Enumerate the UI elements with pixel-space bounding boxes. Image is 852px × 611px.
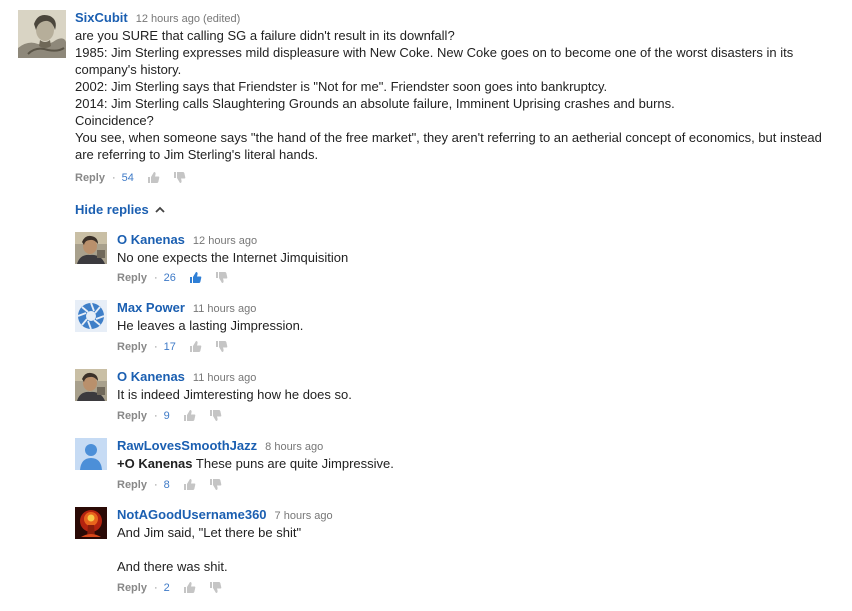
comment-actions: Reply · 26 bbox=[117, 271, 228, 285]
comment-author[interactable]: Max Power bbox=[117, 300, 185, 315]
avatar[interactable] bbox=[75, 507, 107, 539]
comment-actions: Reply · 8 bbox=[117, 478, 222, 492]
reply-comment: O Kanenas 11 hours ago It is indeed Jimte… bbox=[75, 369, 835, 429]
thumbs-up-icon[interactable] bbox=[183, 581, 196, 594]
default-user-avatar-image bbox=[75, 438, 107, 470]
comment-body: NotAGoodUsername360 7 hours ago And Jim s… bbox=[117, 507, 817, 575]
mention-link[interactable]: +O Kanenas bbox=[117, 456, 193, 471]
thumbs-down-icon[interactable] bbox=[209, 409, 222, 422]
like-count: 26 bbox=[163, 272, 176, 284]
comment-body: SixCubit 12 hours ago (edited) are you SU… bbox=[75, 10, 838, 163]
thumbs-up-icon[interactable] bbox=[183, 409, 196, 422]
comment-author[interactable]: SixCubit bbox=[75, 10, 128, 25]
comment-text: It is indeed Jimteresting how he does so… bbox=[117, 387, 352, 402]
separator-dot: · bbox=[153, 272, 158, 284]
comment-time[interactable]: 11 hours ago bbox=[193, 372, 256, 384]
photo-avatar-image bbox=[75, 232, 107, 264]
explosion-avatar-image bbox=[75, 507, 107, 539]
comment-body: RawLovesSmoothJazz 8 hours ago +O Kanenas… bbox=[117, 438, 817, 472]
reply-button[interactable]: Reply bbox=[117, 341, 147, 353]
comment-text: And Jim said, "Let there be shit" And th… bbox=[117, 524, 817, 575]
comment-line: You see, when someone says "the hand of … bbox=[75, 130, 822, 162]
comment-header: O Kanenas 11 hours ago bbox=[117, 369, 817, 385]
comment-line: 2002: Jim Sterling says that Friendster … bbox=[75, 79, 608, 94]
like-count: 9 bbox=[163, 410, 170, 422]
reply-button[interactable]: Reply bbox=[117, 582, 147, 594]
hide-replies-button[interactable]: Hide replies bbox=[75, 202, 165, 217]
comment-actions: Reply · 17 bbox=[117, 340, 228, 354]
thumbs-up-icon[interactable] bbox=[183, 478, 196, 491]
comment-author[interactable]: RawLovesSmoothJazz bbox=[117, 438, 257, 453]
photo-avatar-image bbox=[75, 369, 107, 401]
avatar[interactable] bbox=[18, 10, 66, 58]
comment-author[interactable]: NotAGoodUsername360 bbox=[117, 507, 267, 522]
comment-line: Coincidence? bbox=[75, 113, 154, 128]
comment-text: +O Kanenas These puns are quite Jimpress… bbox=[117, 455, 817, 472]
separator-dot: · bbox=[153, 479, 158, 491]
comment-body: O Kanenas 11 hours ago It is indeed Jimte… bbox=[117, 369, 817, 403]
comment-body: O Kanenas 12 hours ago No one expects the… bbox=[117, 232, 817, 266]
comment-time[interactable]: 12 hours ago (edited) bbox=[136, 13, 241, 25]
aperture-avatar-image bbox=[75, 300, 107, 332]
like-count: 2 bbox=[163, 582, 170, 594]
comment-header: Max Power 11 hours ago bbox=[117, 300, 817, 316]
comment-text: No one expects the Internet Jimquisition bbox=[117, 250, 349, 265]
like-count: 17 bbox=[163, 341, 176, 353]
comment-body: Max Power 11 hours ago He leaves a lastin… bbox=[117, 300, 817, 334]
comment-header: NotAGoodUsername360 7 hours ago bbox=[117, 507, 817, 523]
thumbs-down-icon[interactable] bbox=[215, 271, 228, 284]
thumbs-down-icon[interactable] bbox=[173, 171, 186, 184]
reply-comment: NotAGoodUsername360 7 hours ago And Jim s… bbox=[75, 507, 835, 602]
portrait-avatar-image bbox=[18, 10, 66, 58]
reply-button[interactable]: Reply bbox=[75, 172, 105, 184]
separator-dot: · bbox=[153, 582, 158, 594]
reply-button[interactable]: Reply bbox=[117, 479, 147, 491]
like-count: 8 bbox=[163, 479, 170, 491]
comment-time[interactable]: 12 hours ago bbox=[193, 235, 257, 247]
reply-button[interactable]: Reply bbox=[117, 410, 147, 422]
comment-header: O Kanenas 12 hours ago bbox=[117, 232, 817, 248]
comment-header: RawLovesSmoothJazz 8 hours ago bbox=[117, 438, 817, 454]
comment-actions: Reply · 9 bbox=[117, 409, 222, 423]
comment-time[interactable]: 11 hours ago bbox=[193, 303, 256, 315]
thumbs-up-icon[interactable] bbox=[189, 340, 202, 353]
reply-button[interactable]: Reply bbox=[117, 272, 147, 284]
avatar[interactable] bbox=[75, 232, 107, 264]
avatar[interactable] bbox=[75, 300, 107, 332]
thumbs-up-icon[interactable] bbox=[189, 271, 202, 284]
reply-comment: RawLovesSmoothJazz 8 hours ago +O Kanenas… bbox=[75, 438, 835, 498]
comment-line: 2014: Jim Sterling calls Slaughtering Gr… bbox=[75, 96, 675, 111]
comment-text-content: These puns are quite Jimpressive. bbox=[192, 456, 394, 471]
comment-actions: Reply · 54 bbox=[75, 171, 186, 185]
comment-actions: Reply · 2 bbox=[117, 581, 222, 595]
hide-replies-label: Hide replies bbox=[75, 202, 149, 217]
comment-text: are you SURE that calling SG a failure d… bbox=[75, 27, 838, 163]
thumbs-down-icon[interactable] bbox=[209, 581, 222, 594]
comment-time[interactable]: 7 hours ago bbox=[275, 510, 333, 522]
thumbs-down-icon[interactable] bbox=[209, 478, 222, 491]
separator-dot: · bbox=[153, 410, 158, 422]
avatar[interactable] bbox=[75, 369, 107, 401]
like-count: 54 bbox=[121, 172, 134, 184]
thumbs-down-icon[interactable] bbox=[215, 340, 228, 353]
comment-line: And Jim said, "Let there be shit" bbox=[117, 525, 302, 540]
separator-dot: · bbox=[111, 172, 116, 184]
comment-line: 1985: Jim Sterling expresses mild disple… bbox=[75, 45, 794, 77]
comment-line: are you SURE that calling SG a failure d… bbox=[75, 28, 455, 43]
top-comment: SixCubit 12 hours ago (edited) are you SU… bbox=[18, 10, 838, 190]
comment-time[interactable]: 8 hours ago bbox=[265, 441, 323, 453]
separator-dot: · bbox=[153, 341, 158, 353]
comment-author[interactable]: O Kanenas bbox=[117, 369, 185, 384]
comment-text: He leaves a lasting Jimpression. bbox=[117, 318, 304, 333]
avatar[interactable] bbox=[75, 438, 107, 470]
reply-comment: Max Power 11 hours ago He leaves a lastin… bbox=[75, 300, 835, 360]
thumbs-up-icon[interactable] bbox=[147, 171, 160, 184]
chevron-up-icon bbox=[155, 206, 165, 213]
comment-line: And there was shit. bbox=[117, 559, 228, 574]
comment-author[interactable]: O Kanenas bbox=[117, 232, 185, 247]
comment-header: SixCubit 12 hours ago (edited) bbox=[75, 10, 838, 26]
reply-comment: O Kanenas 12 hours ago No one expects the… bbox=[75, 232, 835, 292]
